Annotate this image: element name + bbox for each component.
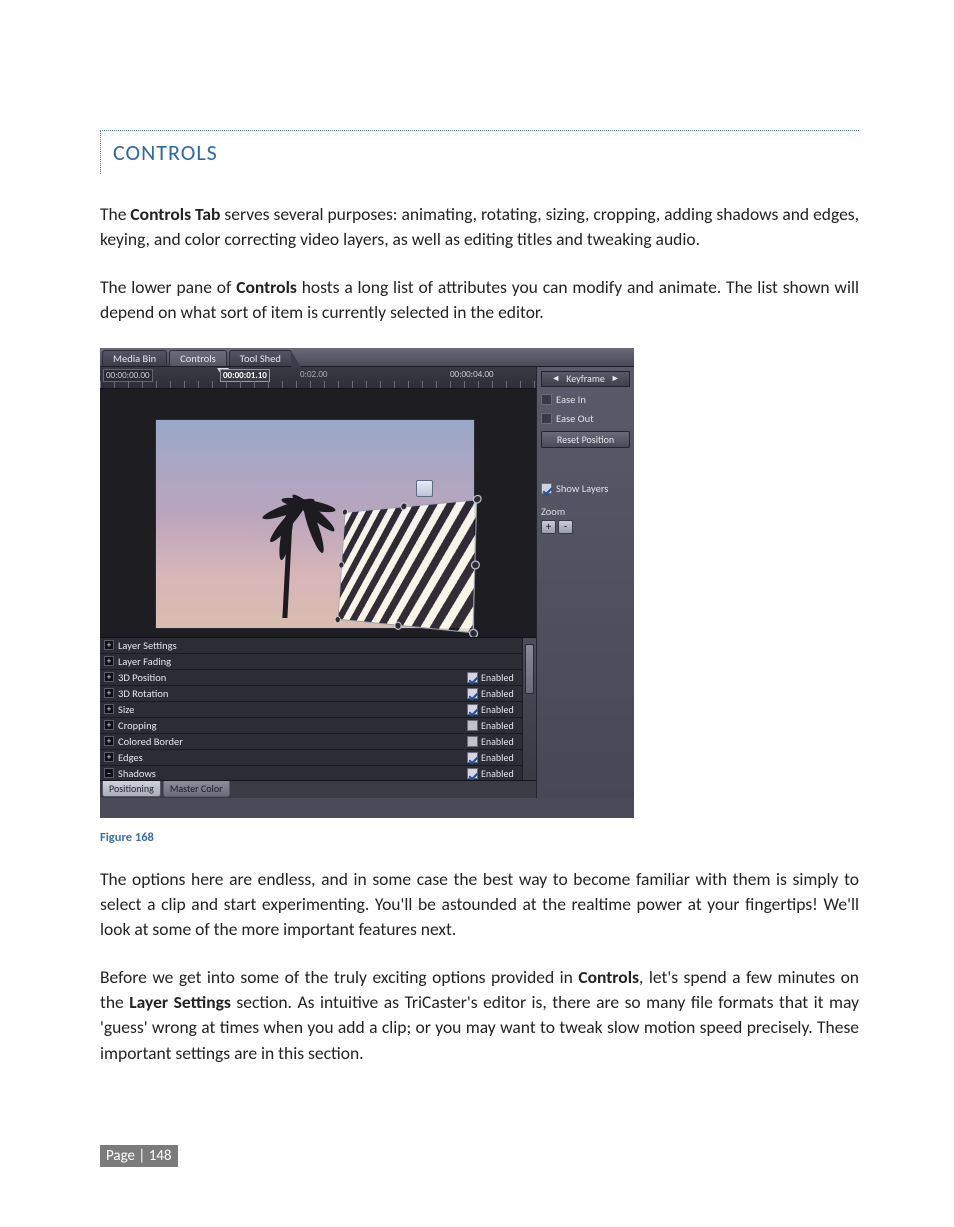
controls-bold-2: Controls: [578, 966, 639, 988]
expand-icon[interactable]: +: [104, 704, 114, 714]
attr-shadows[interactable]: – Shadows Enabled: [100, 766, 536, 780]
keyframe-timeline[interactable]: 00:00:00.00 00:00:01.10 0:02.00 00:00:04…: [100, 367, 536, 389]
text: The: [100, 203, 130, 225]
text: The lower pane of: [100, 276, 236, 298]
ease-out-checkbox[interactable]: [541, 413, 552, 424]
resize-handle[interactable]: [335, 615, 341, 623]
tab-tool-shed[interactable]: Tool Shed: [229, 350, 292, 366]
attr-size[interactable]: + Size Enabled: [100, 702, 536, 718]
ease-out-label: Ease Out: [556, 412, 594, 425]
attr-label: 3D Rotation: [118, 687, 467, 700]
figure-caption: Figure 168: [100, 830, 859, 845]
resize-handle[interactable]: [342, 508, 348, 516]
zoom-out-button[interactable]: -: [558, 520, 573, 534]
ease-in-label: Ease In: [556, 393, 586, 406]
paragraph-4: Before we get into some of the truly exc…: [100, 965, 859, 1067]
enabled-checkbox[interactable]: [467, 720, 478, 731]
text: Before we get into some of the truly exc…: [100, 966, 578, 988]
expand-icon[interactable]: +: [104, 672, 114, 682]
resize-handle[interactable]: [473, 494, 482, 503]
reset-position-button[interactable]: Reset Position: [541, 431, 630, 448]
layer-settings-bold: Layer Settings: [129, 991, 231, 1013]
preview-canvas[interactable]: [100, 389, 536, 637]
scrollbar-thumb[interactable]: [525, 644, 534, 694]
show-layers-label: Show Layers: [556, 482, 608, 495]
resize-handle[interactable]: [394, 621, 402, 630]
zoom-section: Zoom + -: [541, 505, 630, 534]
selected-layer-frame[interactable]: [338, 499, 478, 633]
timeline-ticks: [100, 381, 536, 388]
expand-icon[interactable]: +: [104, 736, 114, 746]
attr-3d-position[interactable]: + 3D Position Enabled: [100, 670, 536, 686]
resize-handle[interactable]: [471, 560, 480, 569]
zoom-label: Zoom: [541, 505, 630, 518]
resize-handle[interactable]: [338, 561, 344, 568]
expand-icon[interactable]: +: [104, 640, 114, 650]
enabled-checkbox[interactable]: [467, 672, 478, 683]
attribute-list: + Layer Settings + Layer Fading + 3D Pos…: [100, 637, 536, 780]
attr-label: Size: [118, 703, 467, 716]
paragraph-1: The Controls Tab serves several purposes…: [100, 202, 859, 253]
attr-label: Edges: [118, 751, 467, 764]
controls-screenshot: Media Bin Controls Tool Shed 00:00:00.00…: [100, 348, 634, 818]
expand-icon[interactable]: +: [104, 752, 114, 762]
attr-label: Colored Border: [118, 735, 467, 748]
attr-label: Cropping: [118, 719, 467, 732]
controls-bold: Controls: [236, 276, 297, 298]
ease-in-checkbox[interactable]: [541, 394, 552, 405]
attr-colored-border[interactable]: + Colored Border Enabled: [100, 734, 536, 750]
attr-label: Layer Settings: [118, 639, 536, 652]
attr-label: Layer Fading: [118, 655, 536, 668]
keyframe-label: Keyframe: [566, 372, 605, 385]
background-layer[interactable]: [155, 419, 475, 629]
expand-icon[interactable]: +: [104, 720, 114, 730]
resize-handle[interactable]: [400, 502, 407, 510]
controls-tab-bold: Controls Tab: [130, 203, 220, 225]
next-keyframe-icon[interactable]: ►: [611, 373, 620, 384]
paragraph-3: The options here are endless, and in som…: [100, 867, 859, 943]
section-heading-box: CONTROLS: [100, 130, 859, 174]
controls-left-column: 00:00:00.00 00:00:01.10 0:02.00 00:00:04…: [100, 367, 536, 798]
zoom-in-button[interactable]: +: [541, 520, 556, 534]
tab-master-color[interactable]: Master Color: [163, 781, 230, 797]
keyframe-nav[interactable]: ◄ Keyframe ►: [541, 371, 630, 387]
enabled-checkbox[interactable]: [467, 704, 478, 715]
attr-layer-settings[interactable]: + Layer Settings: [100, 638, 536, 654]
expand-icon[interactable]: +: [104, 656, 114, 666]
expand-icon[interactable]: +: [104, 688, 114, 698]
timeline-mark: 0:02.00: [300, 369, 328, 380]
attr-edges[interactable]: + Edges Enabled: [100, 750, 536, 766]
attr-label: Shadows: [118, 767, 467, 780]
prev-keyframe-icon[interactable]: ◄: [551, 373, 560, 384]
tab-positioning[interactable]: Positioning: [102, 781, 161, 797]
tab-media-bin[interactable]: Media Bin: [102, 350, 167, 366]
controls-right-column: ◄ Keyframe ► Ease In Ease Out Reset Posi…: [536, 367, 634, 798]
resize-handle[interactable]: [469, 628, 478, 637]
ease-in-option[interactable]: Ease In: [541, 393, 630, 406]
attr-label: 3D Position: [118, 671, 467, 684]
ease-out-option[interactable]: Ease Out: [541, 412, 630, 425]
enabled-checkbox[interactable]: [467, 736, 478, 747]
attr-cropping[interactable]: + Cropping Enabled: [100, 718, 536, 734]
show-layers-option[interactable]: Show Layers: [541, 482, 630, 495]
enabled-checkbox[interactable]: [467, 752, 478, 763]
expand-icon[interactable]: –: [104, 768, 114, 778]
bottom-tabs: Positioning Master Color: [100, 780, 536, 798]
tab-controls[interactable]: Controls: [169, 350, 227, 366]
enabled-checkbox[interactable]: [467, 688, 478, 699]
attr-3d-rotation[interactable]: + 3D Rotation Enabled: [100, 686, 536, 702]
timeline-end-time: 00:00:04.00: [450, 369, 494, 380]
show-layers-checkbox[interactable]: [541, 483, 552, 494]
attr-layer-fading[interactable]: + Layer Fading: [100, 654, 536, 670]
page-number: Page | 148: [100, 1145, 178, 1167]
attribute-scrollbar[interactable]: [522, 638, 536, 780]
top-tabs: Media Bin Controls Tool Shed: [100, 348, 634, 366]
enabled-checkbox[interactable]: [467, 768, 478, 779]
layer-chip-icon[interactable]: [416, 480, 433, 497]
section-heading: CONTROLS: [113, 139, 849, 166]
paragraph-2: The lower pane of Controls hosts a long …: [100, 275, 859, 326]
palm-tree-graphic: [241, 458, 331, 608]
